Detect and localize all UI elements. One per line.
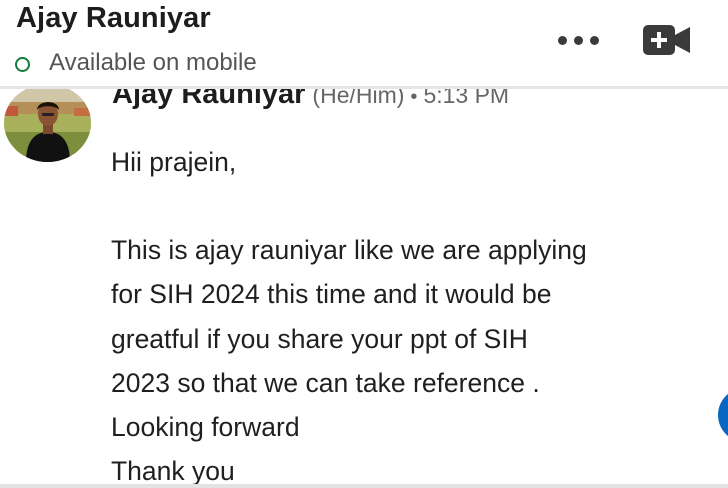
bottom-divider [0, 484, 728, 488]
message-line: This is ajay rauniyar like we are applyi… [111, 235, 587, 266]
video-call-button[interactable] [642, 24, 692, 56]
video-call-icon [643, 25, 690, 55]
conversation-header: Ajay Rauniyar Available on mobile [0, 0, 728, 88]
header-divider [0, 86, 728, 89]
message-body: Hii prajein, This is ajay rauniyar like … [111, 140, 711, 488]
message-line [111, 184, 711, 228]
meta-separator: • [410, 86, 418, 108]
message-line: Looking forward [111, 412, 300, 443]
message-line: for SIH 2024 this time and it would be [111, 279, 552, 310]
message-line: Hii prajein, [111, 147, 237, 177]
message-line: greatful if you share your ppt of SIH [111, 323, 528, 354]
message-line: Thank you [111, 456, 235, 487]
more-options-button[interactable] [552, 26, 604, 56]
ellipsis-horizontal-icon [558, 36, 567, 45]
sender-avatar[interactable] [4, 84, 91, 162]
ellipsis-horizontal-icon [590, 36, 599, 45]
contact-name[interactable]: Ajay Rauniyar [16, 2, 211, 35]
presence-indicator-icon [15, 57, 30, 72]
presence-status: Available on mobile [49, 49, 257, 76]
message-line: 2023 so that we can take reference . [111, 367, 540, 398]
messaging-screen: Ajay Rauniyar (He/Him) • 5:13 PM Hii prajei… [0, 0, 728, 488]
ellipsis-horizontal-icon [574, 36, 583, 45]
avatar-photo [4, 84, 91, 162]
